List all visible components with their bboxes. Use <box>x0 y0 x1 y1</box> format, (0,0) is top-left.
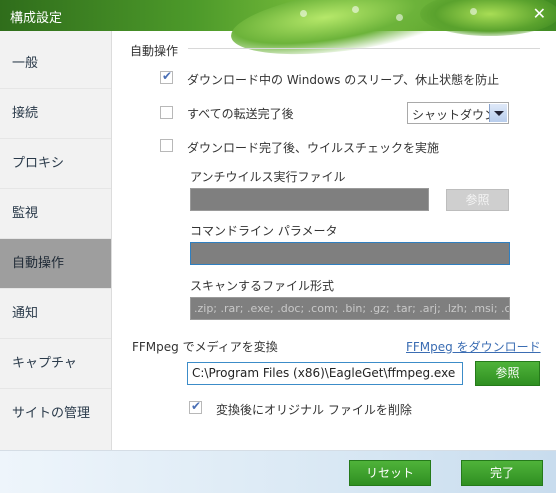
sidebar-item-proxy[interactable]: プロキシ <box>0 139 111 189</box>
checkmark-icon: ✔ <box>191 399 202 413</box>
prevent-sleep-label: ダウンロード中の Windows のスリープ、休止状態を防止 <box>187 73 500 87</box>
sidebar-item-site-management[interactable]: サイトの管理 <box>0 389 111 439</box>
virus-check-label: ダウンロード完了後、ウイルスチェックを実施 <box>187 141 440 155</box>
delete-original-checkbox[interactable]: ✔ <box>189 399 202 414</box>
reset-button[interactable]: リセット <box>349 460 431 486</box>
after-transfers-label: すべての転送完了後 <box>187 107 294 121</box>
ffmpeg-label: FFMpeg でメディアを変換 <box>132 340 278 354</box>
sidebar-item-monitor[interactable]: 監視 <box>0 189 111 239</box>
after-transfers-checkbox[interactable] <box>160 106 173 119</box>
sidebar-item-notification[interactable]: 通知 <box>0 289 111 339</box>
antivirus-file-label: アンチウイルス実行ファイル <box>190 170 346 184</box>
antivirus-file-input[interactable] <box>190 188 429 211</box>
sidebar-item-capture[interactable]: キャプチャ <box>0 339 111 389</box>
water-drop-decoration <box>470 8 477 15</box>
section-title: 自動操作 <box>130 44 179 58</box>
window-title: 構成設定 <box>10 11 63 26</box>
water-drop-decoration <box>300 10 307 17</box>
delete-original-label: 変換後にオリジナル ファイルを削除 <box>216 403 412 417</box>
section-divider <box>188 48 540 49</box>
footer-bar: リセット 完了 <box>0 450 556 493</box>
sidebar: 一般 接続 プロキシ 監視 自動操作 通知 キャプチャ サイトの管理 <box>0 31 112 492</box>
ffmpeg-path-input[interactable]: C:\Program Files (x86)\EagleGet\ffmpeg.e… <box>187 362 463 385</box>
title-bar: 構成設定 ✕ <box>0 0 556 67</box>
sidebar-item-general[interactable]: 一般 <box>0 39 111 89</box>
water-drop-decoration <box>352 6 359 13</box>
ffmpeg-download-link[interactable]: FFMpeg をダウンロード <box>406 338 541 355</box>
sidebar-item-automation[interactable]: 自動操作 <box>0 239 111 289</box>
scan-types-input[interactable]: .zip; .rar; .exe; .doc; .com; .bin; .gz;… <box>190 297 510 320</box>
sidebar-item-connection[interactable]: 接続 <box>0 89 111 139</box>
cmdline-label: コマンドライン パラメータ <box>190 224 338 238</box>
after-action-select[interactable]: シャットダウン <box>407 102 509 124</box>
virus-check-checkbox[interactable] <box>160 139 173 152</box>
prevent-sleep-checkbox[interactable]: ✔ <box>160 69 173 84</box>
ffmpeg-browse-button[interactable]: 参照 <box>475 361 540 386</box>
chevron-down-icon[interactable] <box>489 104 507 122</box>
done-button[interactable]: 完了 <box>461 460 543 486</box>
checkmark-icon: ✔ <box>162 69 173 83</box>
cmdline-input[interactable] <box>190 242 510 265</box>
after-action-value: シャットダウン <box>412 108 490 122</box>
close-icon[interactable]: ✕ <box>533 4 546 23</box>
water-drop-decoration <box>396 14 403 21</box>
scan-types-label: スキャンするファイル形式 <box>190 279 335 293</box>
antivirus-browse-button[interactable]: 参照 <box>446 189 509 211</box>
